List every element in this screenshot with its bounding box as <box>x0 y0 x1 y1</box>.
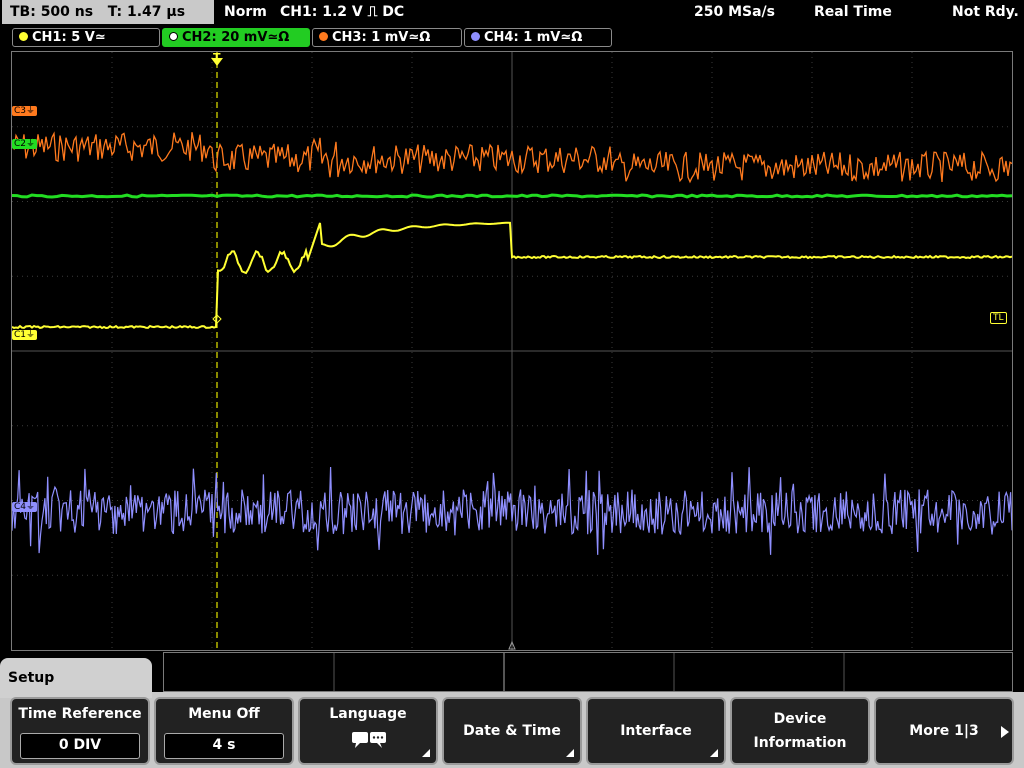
interface-label: Interface <box>620 723 692 739</box>
more-label: More 1|3 <box>909 723 979 739</box>
time-reference-value: 0 DIV <box>20 733 140 759</box>
waveform-display[interactable] <box>11 51 1013 651</box>
ch1-dot-icon <box>19 32 28 41</box>
device-info-line1: Device <box>773 711 827 727</box>
language-button[interactable]: Language <box>298 697 438 765</box>
ch2-trace <box>12 193 1012 199</box>
play-arrow-icon <box>1001 726 1009 738</box>
device-information-button[interactable]: Device Information <box>730 697 870 765</box>
tab-ch1[interactable]: CH1: 5 V≃ <box>12 28 160 47</box>
tab-ch4[interactable]: CH4: 1 mV≃Ω <box>464 28 612 47</box>
timebase-box[interactable]: TB: 500 ns T: 1.47 µs <box>2 0 214 24</box>
more-button[interactable]: More 1|3 <box>874 697 1014 765</box>
submenu-corner-icon <box>710 749 718 757</box>
date-time-button[interactable]: Date & Time <box>442 697 582 765</box>
trigger-info[interactable]: CH1: 1.2 V ⎍ DC <box>280 3 404 21</box>
date-time-label: Date & Time <box>463 723 561 739</box>
menu-off-label: Menu Off <box>188 706 260 722</box>
waveform-svg <box>12 52 1012 650</box>
graticule <box>12 52 1012 650</box>
submenu-corner-icon <box>566 749 574 757</box>
ch4-dot-icon <box>471 32 480 41</box>
ch3-label: CH3: 1 mV≃Ω <box>332 30 431 45</box>
c1-marker[interactable]: C1⏚ <box>12 330 38 340</box>
ready-state: Not Rdy. <box>952 4 1019 20</box>
ch4-label: CH4: 1 mV≃Ω <box>484 30 583 45</box>
tab-ch3[interactable]: CH3: 1 mV≃Ω <box>312 28 462 47</box>
c2-marker[interactable]: C2⏚ <box>12 139 38 149</box>
real-time-label: Real Time <box>814 4 892 20</box>
time-reference-button[interactable]: Time Reference 0 DIV <box>10 697 150 765</box>
menu-title: Setup <box>0 658 152 698</box>
menu-off-button[interactable]: Menu Off 4 s <box>154 697 294 765</box>
ch2-label: CH2: 20 mV≃Ω <box>182 30 290 45</box>
language-label: Language <box>329 706 407 722</box>
ch1-label: CH1: 5 V≃ <box>32 30 106 45</box>
ch3-dot-icon <box>319 32 328 41</box>
tab-ch2[interactable]: CH2: 20 mV≃Ω <box>162 28 310 47</box>
c3-marker[interactable]: C3⏚ <box>12 106 38 116</box>
acq-mode[interactable]: Norm <box>224 3 267 21</box>
info-area <box>163 652 1013 692</box>
sample-rate: 250 MSa/s <box>694 4 776 20</box>
timebase-text: TB: 500 ns <box>10 4 94 20</box>
device-info-line2: Information <box>753 735 847 751</box>
time-reference-label: Time Reference <box>18 706 142 722</box>
trigger-level-marker[interactable]: TL <box>990 312 1007 324</box>
ch2-dot-icon <box>169 32 178 41</box>
info-area-ticks <box>333 653 845 691</box>
speech-bubble-icon <box>352 732 386 748</box>
trigger-time-text: T: 1.47 µs <box>107 4 186 20</box>
submenu-corner-icon <box>422 749 430 757</box>
menu-off-value: 4 s <box>164 733 284 759</box>
interface-button[interactable]: Interface <box>586 697 726 765</box>
c4-marker[interactable]: C4⏚ <box>12 502 38 512</box>
trigger-marker-label: T <box>213 51 221 64</box>
